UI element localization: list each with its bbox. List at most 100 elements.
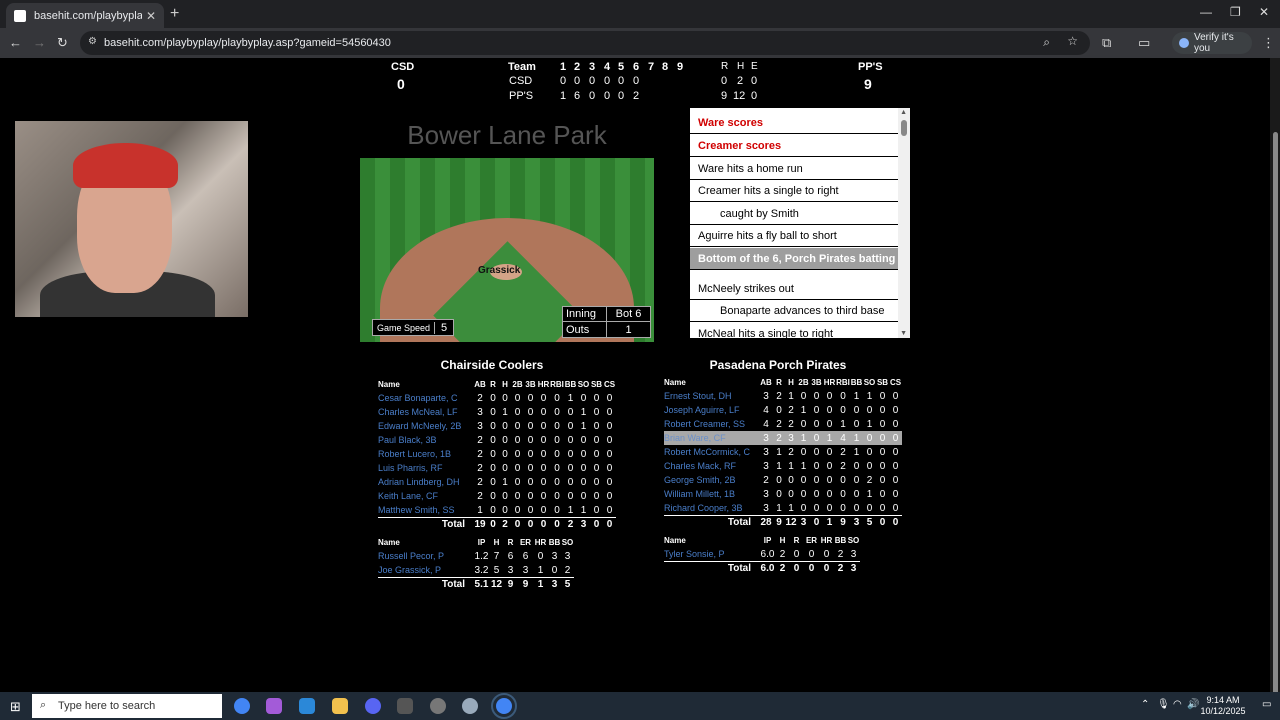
batter-name-link[interactable]: Charles McNeal, LF [378, 407, 473, 417]
pitcher-name-link[interactable]: Joe Grassick, P [378, 565, 473, 575]
browser-tab[interactable]: basehit.com/playbyplay/playb ✕ [6, 3, 164, 28]
minimize-icon[interactable]: — [1200, 5, 1212, 19]
pitching-total-cell: 2 [779, 563, 786, 574]
new-tab-icon[interactable]: + [170, 5, 179, 23]
batter-name-link[interactable]: Cesar Bonaparte, C [378, 393, 473, 403]
play-by-play-list[interactable]: Ware scores Creamer scores Ware hits a hom… [690, 108, 910, 338]
batter-stat-cell: 0 [540, 406, 547, 418]
batter-name-link[interactable]: William Millett, 1B [664, 489, 759, 499]
batter-stat-cell: 0 [606, 434, 613, 446]
batter-stat-cell: 2 [776, 390, 782, 402]
batter-stat-cell: 0 [490, 420, 496, 432]
batter-name-link[interactable]: Robert Creamer, SS [664, 419, 759, 429]
forward-icon[interactable]: → [33, 35, 46, 50]
batter-name-link[interactable]: Paul Black, 3B [378, 435, 473, 445]
batter-name-link[interactable]: Luis Pharris, RF [378, 463, 473, 473]
batter-name-link[interactable]: Richard Cooper, 3B [664, 503, 759, 513]
batter-stat-cell: 0 [826, 390, 833, 402]
batting-total-cell: 0 [593, 519, 600, 530]
chrome-active-app-icon[interactable] [491, 693, 517, 719]
pitching-total-cell: 0 [823, 563, 830, 574]
page-scrollbar[interactable] [1270, 58, 1280, 707]
batter-name-link[interactable]: Matthew Smith, SS [378, 505, 473, 515]
pitcher-name-link[interactable]: Tyler Sonsie, P [664, 549, 759, 559]
batter-name-link[interactable]: Robert Lucero, 1B [378, 449, 473, 459]
batter-stat-cell: 0 [514, 434, 521, 446]
close-tab-icon[interactable]: ✕ [146, 9, 156, 23]
windows-start-icon[interactable]: ⊞ [10, 699, 21, 715]
network-icon[interactable]: ◠ [1173, 699, 1182, 710]
restore-icon[interactable]: ❐ [1230, 5, 1241, 19]
app-icon[interactable] [462, 698, 478, 714]
batter-stat-cell: 0 [527, 462, 534, 474]
notifications-icon[interactable]: ▭ [1262, 699, 1271, 710]
extensions-icon[interactable]: ⧉ [1102, 35, 1111, 51]
batter-stat-cell: 0 [527, 420, 534, 432]
taskbar-clock[interactable]: 9:14 AM 10/12/2025 [1199, 695, 1247, 717]
bookmark-star-icon[interactable]: ☆ [1067, 34, 1078, 48]
menu-kebab-icon[interactable]: ⋮ [1262, 35, 1275, 51]
batter-stat-cell: 1 [800, 404, 807, 416]
batter-stat-cell: 0 [567, 434, 574, 446]
batter-stat-cell: 2 [788, 418, 794, 430]
site-info-icon[interactable]: ⚙ [88, 36, 97, 47]
batting-header-row: Name AB R H 2B 3B HR RBI BB SO SB CS [378, 377, 616, 391]
tray-overflow-icon[interactable]: ⌃ [1141, 699, 1149, 710]
verify-button[interactable]: Verify it's you [1172, 32, 1252, 54]
volume-icon[interactable]: 🔊 [1187, 699, 1199, 710]
batter-name-link[interactable]: Joseph Aguirre, LF [664, 405, 759, 415]
file-explorer-icon[interactable] [332, 698, 348, 714]
cast-icon[interactable]: ▭ [1138, 35, 1150, 51]
batter-stat-cell: 1 [853, 390, 860, 402]
table-row: Charles McNeal, LF 3 0 1 0 0 0 0 0 1 0 0 [378, 405, 616, 419]
table-row: Russell Pecor, P 1.2 7 6 6 0 3 3 [378, 549, 574, 563]
batter-stat-cell: 0 [593, 448, 600, 460]
linescore-inning-cell: 6 [574, 90, 581, 102]
batter-name-link[interactable]: Ernest Stout, DH [664, 391, 759, 401]
game-speed-value[interactable]: 5 [434, 321, 453, 334]
taskbar-search[interactable]: ⌕ Type here to search [32, 694, 222, 718]
discord-app-icon[interactable] [365, 698, 381, 714]
scrollbar-thumb[interactable] [1273, 132, 1278, 707]
copilot-app-icon[interactable] [266, 698, 282, 714]
scroll-down-icon[interactable]: ▼ [900, 330, 907, 337]
batter-stat-cell: 0 [527, 448, 534, 460]
batter-name-link[interactable]: Robert McCormick, C [664, 447, 759, 457]
play-by-play-scroll-thumb[interactable] [901, 120, 907, 136]
batter-stat-cell: 0 [826, 502, 833, 514]
batter-stat-cell: 1 [788, 502, 794, 514]
batter-name-link[interactable]: Edward McNeely, 2B [378, 421, 473, 431]
game-speed-control[interactable]: Game Speed 5 [372, 319, 455, 336]
scroll-up-icon[interactable]: ▲ [900, 109, 907, 116]
linescore-inning-cell: 1 [560, 90, 567, 102]
address-bar[interactable]: ⚙ basehit.com/playbyplay/playbyplay.asp?… [80, 31, 1090, 55]
table-row: Edward McNeely, 2B 3 0 0 0 0 0 0 0 1 0 0 [378, 419, 616, 433]
microphone-icon[interactable]: 🎙 [1157, 699, 1170, 710]
store-app-icon[interactable] [299, 698, 315, 714]
batter-name-link[interactable]: Keith Lane, CF [378, 491, 473, 501]
table-row: Brian Ware, CF 3 2 3 1 0 1 4 1 0 0 0 [664, 431, 902, 445]
zoom-icon[interactable]: ⌕ [1043, 35, 1050, 50]
batter-name-link[interactable]: George Smith, 2B [664, 475, 759, 485]
close-window-icon[interactable]: ✕ [1259, 5, 1269, 19]
keyboard-app-icon[interactable] [397, 698, 413, 714]
batter-name-link[interactable]: Brian Ware, CF [664, 433, 759, 443]
play-by-play-scrollbar[interactable]: ▲ ▼ [898, 108, 910, 338]
pitcher-name-link[interactable]: Russell Pecor, P [378, 551, 473, 561]
pitching-total-cell: 1 [537, 579, 544, 590]
batter-stat-cell: 0 [800, 474, 807, 486]
pitcher-stat-cell: 3.2 [474, 564, 489, 576]
batter-stat-cell: 2 [477, 434, 483, 446]
back-icon[interactable]: ← [9, 35, 22, 50]
batter-stat-cell: 0 [788, 488, 794, 500]
pitcher-stat-cell: 1.2 [474, 550, 489, 562]
chrome-app-icon[interactable] [234, 698, 250, 714]
batter-name-link[interactable]: Adrian Lindberg, DH [378, 477, 473, 487]
obs-app-icon[interactable] [430, 698, 446, 714]
windows-taskbar: ⊞ ⌕ Type here to search ⌃ 🎙 ◠ 🔊 9:14 AM … [0, 692, 1280, 720]
batter-stat-cell: 1 [800, 460, 807, 472]
linescore-inning-cell: 2 [633, 90, 640, 102]
reload-icon[interactable]: ↻ [57, 35, 68, 51]
pitching-header-name: Name [378, 537, 400, 547]
batter-name-link[interactable]: Charles Mack, RF [664, 461, 759, 471]
